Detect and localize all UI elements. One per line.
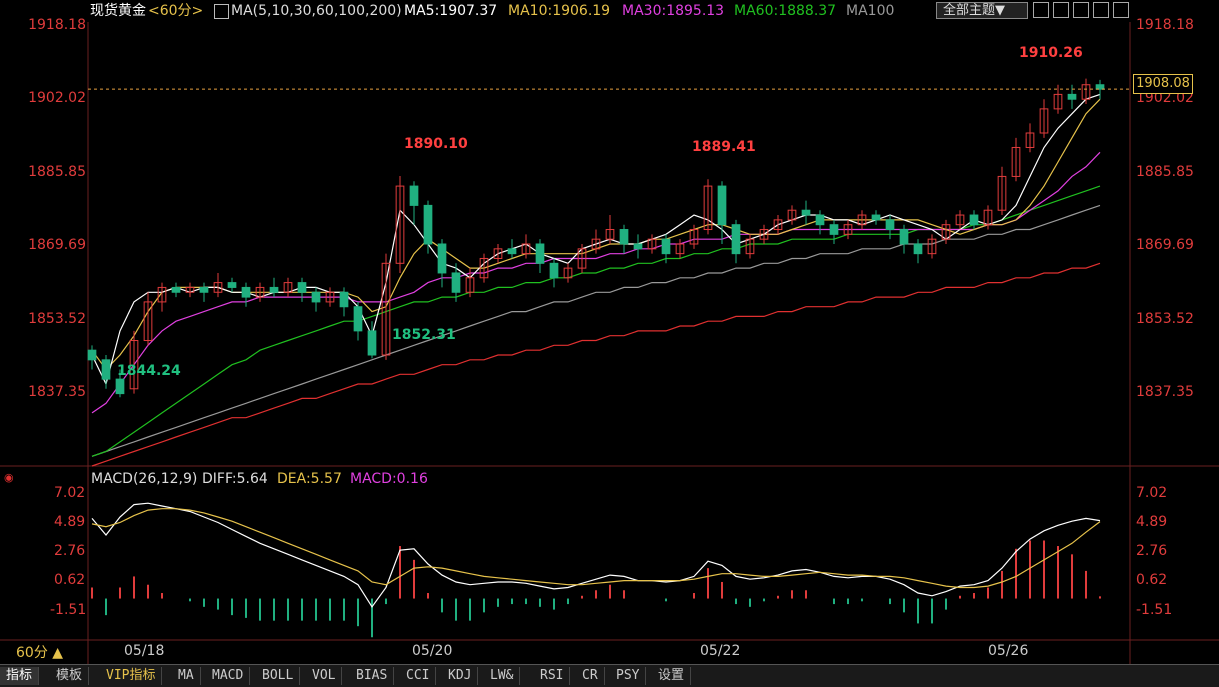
candlesticks [87,78,1105,398]
candle-body [311,291,321,303]
candle-body [969,214,979,226]
candle-body [731,224,741,255]
candle-body [101,359,111,380]
candle-body [619,229,629,245]
candle-body [423,204,433,245]
candle-body [451,272,461,293]
price-chart[interactable] [0,0,1219,686]
candle-body [409,185,419,206]
period-selector-button[interactable]: 60分 ▲ [0,643,88,663]
tab-cr[interactable]: CR [576,667,605,685]
macd-title: MACD(26,12,9) [91,471,198,487]
candle-body [549,262,559,279]
candle-body [241,286,251,298]
tab-indicators[interactable]: 指标 [0,667,40,685]
tab-settings[interactable]: 设置 [652,667,692,685]
tab-rsi[interactable]: RSI [534,667,571,685]
candle-body [815,214,825,226]
x-tick: 05/18 [124,643,165,659]
candle-body [1095,84,1105,90]
tab-templates[interactable]: 模板 [50,667,90,685]
ma60-line [91,185,1101,457]
candle-body [171,286,181,293]
candle-body [227,282,237,288]
macd-tick: 7.02 [54,485,86,501]
macd-tick: -1.51 [50,602,87,618]
candle-body [269,286,279,293]
macd-value: MACD:0.16 [350,471,428,487]
tab-vip-indicators[interactable]: VIP指标 [100,667,163,685]
candle-body [115,378,125,395]
macd-header: ◉ MACD(26,12,9) DIFF:5.64 DEA:5.57 MACD:… [0,470,1219,488]
indicator-tabs: 指标 模板 VIP指标 MA MACD BOLL VOL BIAS CCI KD… [0,664,1219,687]
moving-average-lines [91,93,1101,467]
macd-tick: 0.62 [54,572,86,588]
x-tick: 05/20 [412,643,453,659]
tab-bias[interactable]: BIAS [350,667,395,685]
candle-body [913,243,923,255]
tab-psy[interactable]: PSY [610,667,647,685]
macd-tick: 2.76 [1136,543,1168,559]
high-annotation: 1890.10 [404,136,468,152]
tab-kdj[interactable]: KDJ [442,667,479,685]
high-annotation: 1889.41 [692,139,756,155]
macd-tick: 7.02 [1136,485,1168,501]
macd-tick: -1.51 [1136,602,1173,618]
candle-body [717,185,727,226]
macd-diff: DIFF:5.64 [202,471,268,487]
candle-body [353,306,363,332]
dea-line [91,508,1101,589]
macd-plot [91,502,1101,638]
x-tick: 05/22 [700,643,741,659]
ma30-line [91,151,1101,414]
candle-body [297,282,307,293]
candle-body [871,214,881,221]
candle-body [899,229,909,245]
tab-lw[interactable]: LW& [484,667,521,685]
candle-body [339,291,349,308]
macd-tick: 0.62 [1136,572,1168,588]
candle-body [1067,93,1077,100]
candle-body [661,238,671,255]
low-annotation: 1844.24 [117,363,181,379]
candle-body [885,219,895,231]
candle-body [367,330,377,356]
low-annotation: 1852.31 [392,327,456,343]
tab-boll[interactable]: BOLL [256,667,301,685]
x-tick: 05/26 [988,643,1029,659]
macd-tick: 2.76 [54,543,86,559]
candle-body [507,248,517,255]
candle-body [87,349,97,361]
tab-macd[interactable]: MACD [206,667,251,685]
macd-dea: DEA:5.57 [277,471,342,487]
tab-vol[interactable]: VOL [306,667,343,685]
candle-body [633,243,643,250]
candle-body [199,286,209,293]
candle-body [829,224,839,235]
candle-body [801,209,811,216]
high-annotation: 1910.26 [1019,45,1083,61]
settings-icon[interactable]: ◉ [4,471,14,484]
tab-cci[interactable]: CCI [400,667,437,685]
macd-tick: 4.89 [54,514,86,530]
tab-ma[interactable]: MA [172,667,201,685]
candle-body [535,243,545,264]
candle-body [437,243,447,274]
macd-tick: 4.89 [1136,514,1168,530]
